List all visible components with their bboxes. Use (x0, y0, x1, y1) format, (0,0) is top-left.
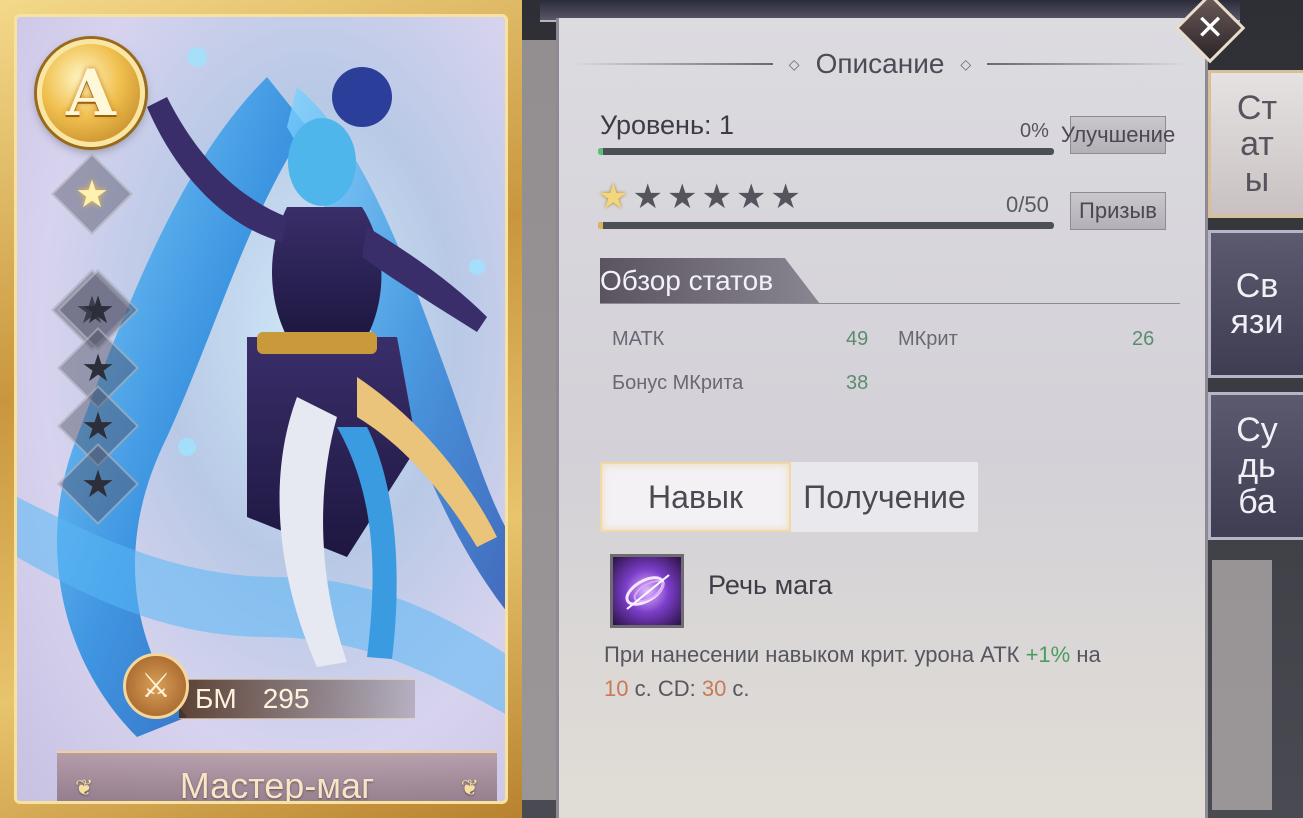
stat-value: 38 (846, 372, 869, 394)
hero-name-plate: ❦ Мастер-маг ❦ (57, 751, 497, 804)
upgrade-button[interactable]: Улучшение (1061, 116, 1175, 154)
star-icon: ★ (701, 177, 732, 217)
stat-value: 26 (1132, 328, 1155, 350)
stat-value: 49 (846, 328, 869, 350)
skill-cooldown-value: 30 (701, 676, 727, 701)
hero-star-column-rest: ★ ★ ★ ★ (56, 268, 140, 526)
grade-badge: A (37, 39, 145, 147)
stat-label: МКрит (898, 328, 958, 350)
diamond-ornament-icon: ◇ (788, 55, 800, 72)
divider (987, 63, 1188, 65)
side-tab-stats[interactable]: Ст ат ы (1208, 70, 1303, 218)
level-progress-percent: 0% (1020, 120, 1049, 142)
hero-star-column: ★ ★ (50, 152, 134, 352)
stat-label: МАТК (612, 328, 665, 350)
level-progress-bar (598, 148, 1054, 155)
side-tab-label: Св язи (1230, 267, 1284, 341)
level-label: Уровень: 1 (600, 110, 735, 140)
background-card-fragment (1212, 560, 1272, 810)
battle-power-row: БМ 295 ⚔ (123, 653, 423, 723)
star-icon: ★ (666, 177, 698, 217)
skill-description: При нанесении навыком крит. урона АТК +1… (604, 642, 1101, 701)
close-icon: ✕ (1195, 7, 1225, 48)
crossed-swords-icon: ⚔ (123, 653, 189, 719)
stat-label: Бонус МКрита (612, 372, 744, 394)
lotus-ornament-icon: ❦ (75, 775, 94, 800)
skill-icon[interactable] (610, 554, 684, 628)
star-icon: ★ (735, 177, 767, 217)
star-icon: ★ (770, 177, 801, 217)
battle-power-label: БМ (195, 683, 237, 714)
divider (600, 303, 1180, 304)
hero-name: Мастер-маг (179, 765, 375, 804)
star-icon: ★ (632, 177, 663, 217)
stats-overview-header: Обзор статов (600, 258, 820, 304)
star-icon: ★ (598, 177, 629, 217)
shard-progress-bar (598, 222, 1054, 229)
skill-tabs: Навык Получение (600, 462, 978, 532)
battle-power-bar: БМ 295 (179, 679, 415, 719)
summon-button[interactable]: Призыв (1070, 192, 1166, 230)
star-rank-row: ★ ★ ★ ★ ★ ★ (598, 180, 801, 214)
diamond-ornament-icon: ◇ (960, 55, 972, 72)
battle-power-value: 295 (262, 683, 310, 714)
grade-letter: A (66, 55, 116, 131)
tab-acquisition[interactable]: Получение (791, 462, 978, 532)
skill-bonus-value: +1% (1025, 642, 1071, 667)
side-tab-fate[interactable]: Су дь ба (1208, 392, 1303, 540)
tab-skill[interactable]: Навык (600, 462, 791, 532)
shard-progress-fill (598, 222, 603, 229)
skill-name: Речь мага (708, 570, 833, 600)
side-tab-bonds[interactable]: Св язи (1208, 230, 1303, 378)
skill-duration-value: 10 (604, 676, 629, 701)
section-title: Описание (815, 48, 945, 79)
divider (572, 63, 773, 65)
star-icon: ★ (56, 442, 140, 526)
stats-overview-title: Обзор статов (600, 265, 774, 296)
level-progress-fill (598, 148, 603, 155)
shard-count: 0/50 (1006, 192, 1049, 217)
hero-art-frame: A ★ ★ ★ ★ ★ ★ БМ 295 ⚔ ❦ Мастер-маг ❦ (14, 14, 508, 804)
background-card-fragment (522, 40, 556, 800)
magic-rings-icon (625, 574, 670, 610)
lotus-ornament-icon: ❦ (460, 775, 479, 800)
description-header: ◇ Описание ◇ (570, 44, 1190, 84)
side-tab-label: Су дь ба (1236, 411, 1278, 521)
hero-card: A ★ ★ ★ ★ ★ ★ БМ 295 ⚔ ❦ Мастер-маг ❦ (0, 0, 522, 818)
side-tab-label: Ст ат ы (1236, 89, 1278, 199)
